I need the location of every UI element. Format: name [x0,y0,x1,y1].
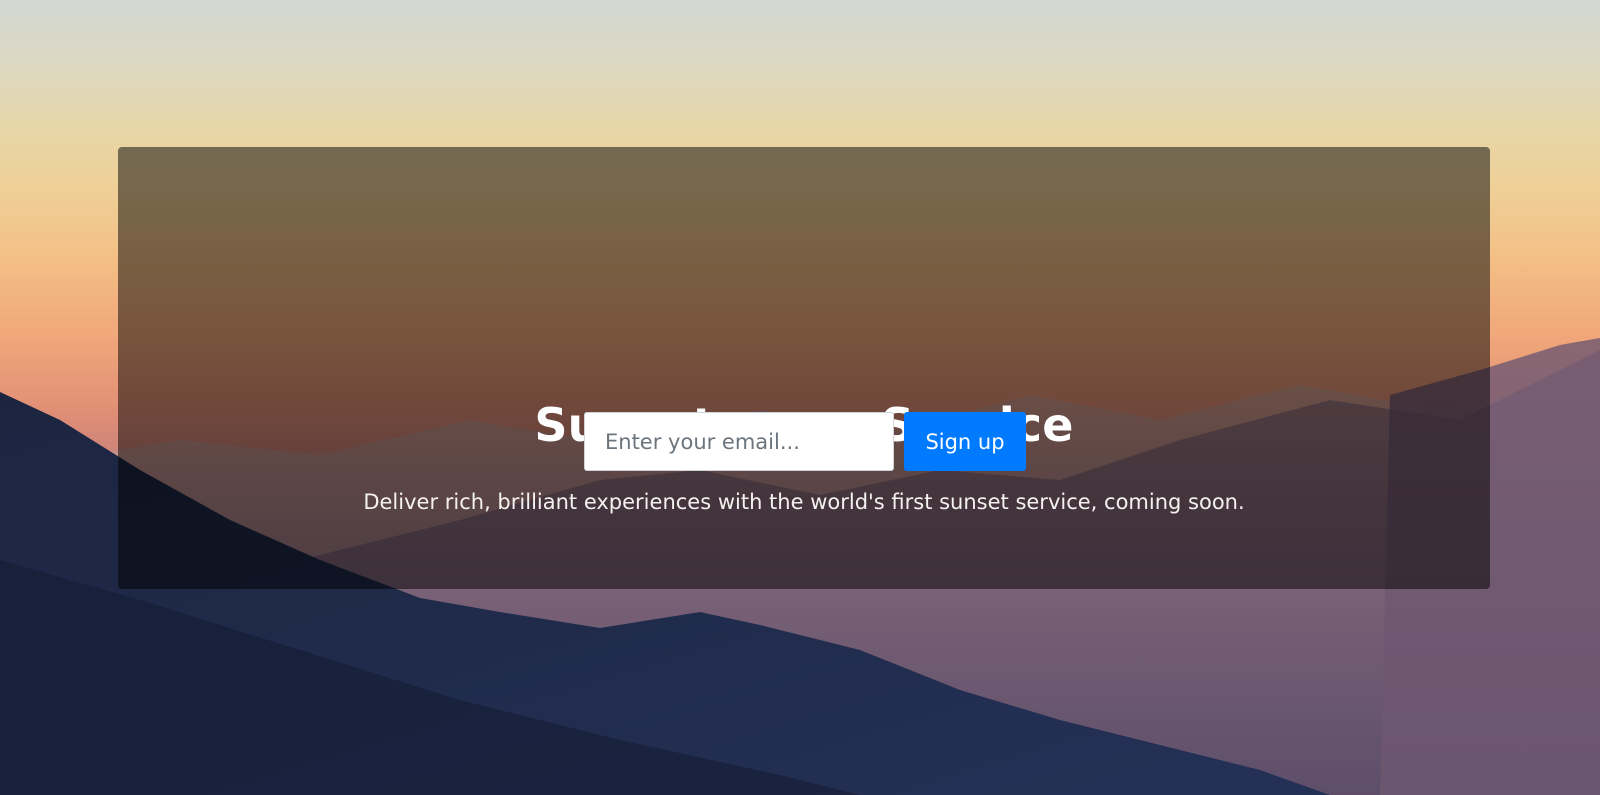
signup-button[interactable]: Sign up [904,412,1026,471]
page-background: Sunsets as a Service Deliver rich, brill… [0,0,1600,795]
email-input[interactable] [584,412,894,471]
hero-panel: Sunsets as a Service Deliver rich, brill… [118,147,1490,589]
hero-lead-text: Deliver rich, brilliant experiences with… [363,490,1245,514]
signup-form: Sign up [584,412,1026,471]
